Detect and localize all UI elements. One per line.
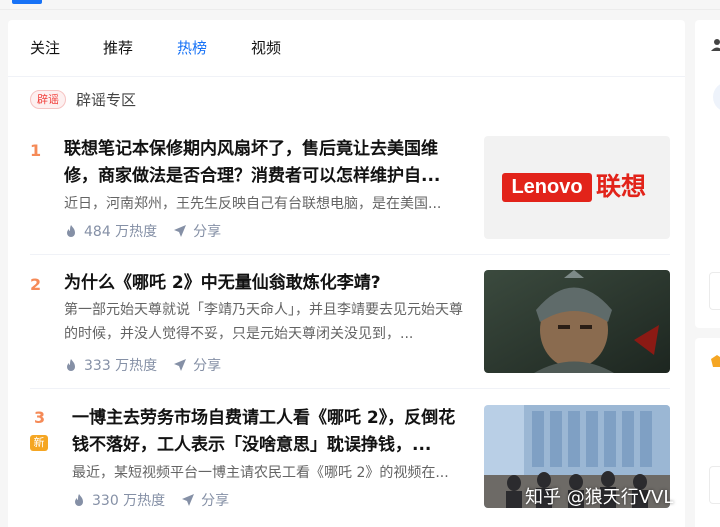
sidebar-card-creator <box>695 338 720 527</box>
sidebar-button[interactable] <box>709 466 720 504</box>
share-icon <box>174 225 187 237</box>
hot-item[interactable]: 2 为什么《哪吒 2》中无量仙翁敢炼化李靖? 第一部元始天尊就说「李靖乃天命人」… <box>8 270 685 380</box>
sidebar-button[interactable] <box>709 272 720 310</box>
heat-indicator: 333 万热度 <box>64 355 157 375</box>
rank-number: 2 <box>30 275 42 294</box>
item-title[interactable]: 一博主去劳务市场自费请工人看《哪吒 2》，反倒花钱不落好，工人表示「没啥意思」耽… <box>72 405 464 459</box>
heat-value: 484 万热度 <box>84 224 158 240</box>
item-divider <box>30 388 670 389</box>
item-title[interactable]: 为什么《哪吒 2》中无量仙翁敢炼化李靖? <box>64 270 464 297</box>
user-icon <box>711 39 720 51</box>
lenovo-logo: Lenovo <box>502 173 592 202</box>
share-icon <box>182 494 195 506</box>
item-divider <box>30 254 670 255</box>
rank-number: 3 <box>34 408 46 427</box>
heat-value: 333 万热度 <box>84 358 158 374</box>
item-title[interactable]: 联想笔记本保修期内风扇坏了，售后竟让去美国维修，商家做法是否合理？消费者可以怎样… <box>64 136 464 190</box>
share-button[interactable]: 分享 <box>173 221 221 241</box>
creator-icon <box>711 355 720 367</box>
share-icon <box>174 359 187 371</box>
tab-hot[interactable]: 热榜 <box>177 38 207 58</box>
item-meta: 333 万热度 分享 <box>64 355 221 375</box>
rumor-badge: 辟谣 <box>30 89 66 109</box>
rumor-zone-link[interactable]: 辟谣 辟谣专区 <box>30 88 136 110</box>
heat-indicator: 484 万热度 <box>64 221 157 241</box>
new-badge: 新 <box>30 435 48 451</box>
heat-value: 330 万热度 <box>92 493 166 509</box>
item-thumbnail[interactable] <box>484 270 670 373</box>
share-button[interactable]: 分享 <box>173 355 221 375</box>
feed-tabs: 关注 推荐 热榜 视频 <box>8 20 685 77</box>
item-excerpt: 最近，某短视频平台一博主请农民工看《哪吒 2》的视频在... <box>72 465 449 481</box>
sidebar-card-user <box>695 20 720 328</box>
heat-indicator: 330 万热度 <box>72 490 165 510</box>
watermark: 知乎 @狼天行VVL <box>525 487 674 508</box>
rumor-zone-label: 辟谣专区 <box>76 90 137 109</box>
item-meta: 330 万热度 分享 <box>72 490 229 510</box>
topbar-active-indicator <box>12 0 42 4</box>
hot-list-card: 关注 推荐 热榜 视频 辟谣 辟谣专区 1 联想笔记本保修期内风扇坏了，售后竟让… <box>8 20 685 527</box>
lenovo-cn-logo: 联想 <box>596 172 647 201</box>
rank-number: 1 <box>30 141 42 160</box>
share-label: 分享 <box>193 224 222 240</box>
tab-recommend[interactable]: 推荐 <box>103 38 133 58</box>
tab-video[interactable]: 视频 <box>251 38 281 58</box>
item-thumbnail[interactable]: Lenovo 联想 <box>484 136 670 239</box>
item-meta: 484 万热度 分享 <box>64 221 221 241</box>
share-label: 分享 <box>193 358 222 374</box>
hot-item[interactable]: 1 联想笔记本保修期内风扇坏了，售后竟让去美国维修，商家做法是否合理？消费者可以… <box>8 136 685 250</box>
share-button[interactable]: 分享 <box>181 490 229 510</box>
topbar-divider <box>0 9 720 10</box>
flame-icon <box>67 359 75 371</box>
item-excerpt: 近日，河南郑州，王先生反映自己有台联想电脑，是在美国... <box>64 196 442 212</box>
avatar[interactable] <box>713 82 720 112</box>
nezha-character-image <box>484 270 670 373</box>
tab-follow[interactable]: 关注 <box>30 38 60 58</box>
item-excerpt: 第一部元始天尊就说「李靖乃天命人」，并且李靖要去见元始天尊的时候，并没人觉得不妥… <box>64 302 463 342</box>
flame-icon <box>67 225 75 237</box>
flame-icon <box>75 494 83 506</box>
share-label: 分享 <box>201 493 230 509</box>
